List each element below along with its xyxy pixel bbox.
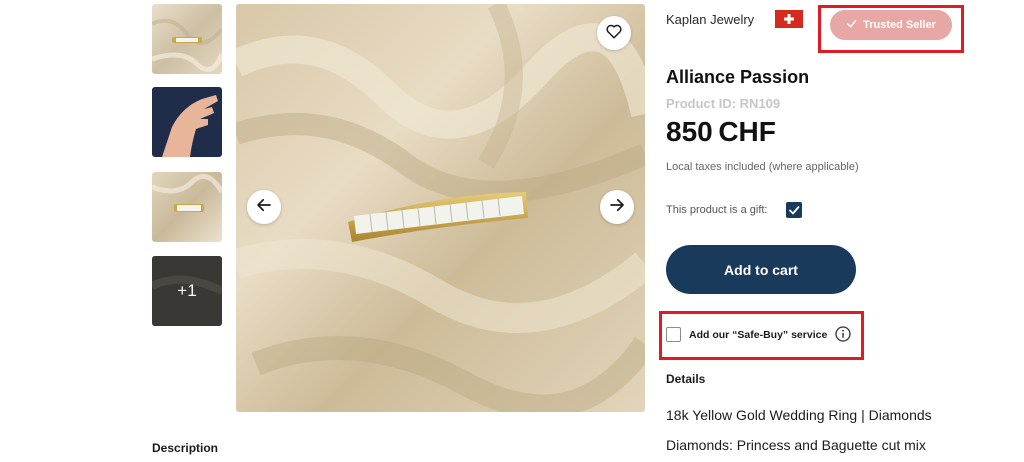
gift-checkbox[interactable] xyxy=(786,202,802,218)
safe-buy-label[interactable]: Add our “Safe-Buy” service xyxy=(689,329,827,341)
thumbnail-2[interactable] xyxy=(152,87,222,157)
favorite-button[interactable] xyxy=(597,16,631,50)
product-price: 850 CHF xyxy=(666,116,776,147)
add-to-cart-button[interactable]: Add to cart xyxy=(666,245,856,294)
info-icon[interactable] xyxy=(835,326,851,342)
product-title: Alliance Passion xyxy=(666,67,810,87)
more-images-count: +1 xyxy=(152,256,222,326)
details-heading: Details xyxy=(666,372,706,386)
next-image-button[interactable] xyxy=(600,190,634,224)
trusted-seller-badge: Trusted Seller xyxy=(830,10,952,40)
swiss-flag-icon xyxy=(775,10,803,28)
arrow-right-icon xyxy=(608,196,626,219)
heart-icon xyxy=(605,22,623,45)
thumbnail-3[interactable] xyxy=(152,172,222,242)
tax-note: Local taxes included (where applicable) xyxy=(666,161,859,173)
thumbnail-1[interactable] xyxy=(152,4,222,74)
thumbnail-more[interactable]: +1 xyxy=(152,256,222,326)
description-heading: Description xyxy=(152,441,219,455)
previous-image-button[interactable] xyxy=(247,190,281,224)
safe-buy-checkbox[interactable] xyxy=(666,327,681,342)
product-id: Product ID: RN109 xyxy=(666,96,781,111)
arrow-left-icon xyxy=(255,196,273,219)
check-icon xyxy=(846,18,857,32)
details-line: 18k Yellow Gold Wedding Ring | Diamonds xyxy=(666,407,932,423)
main-product-image xyxy=(236,4,645,412)
seller-name[interactable]: Kaplan Jewelry xyxy=(666,12,754,27)
trusted-seller-label: Trusted Seller xyxy=(863,19,936,31)
gift-label: This product is a gift: xyxy=(666,204,768,216)
details-line: Diamonds: Princess and Baguette cut mix xyxy=(666,437,926,453)
